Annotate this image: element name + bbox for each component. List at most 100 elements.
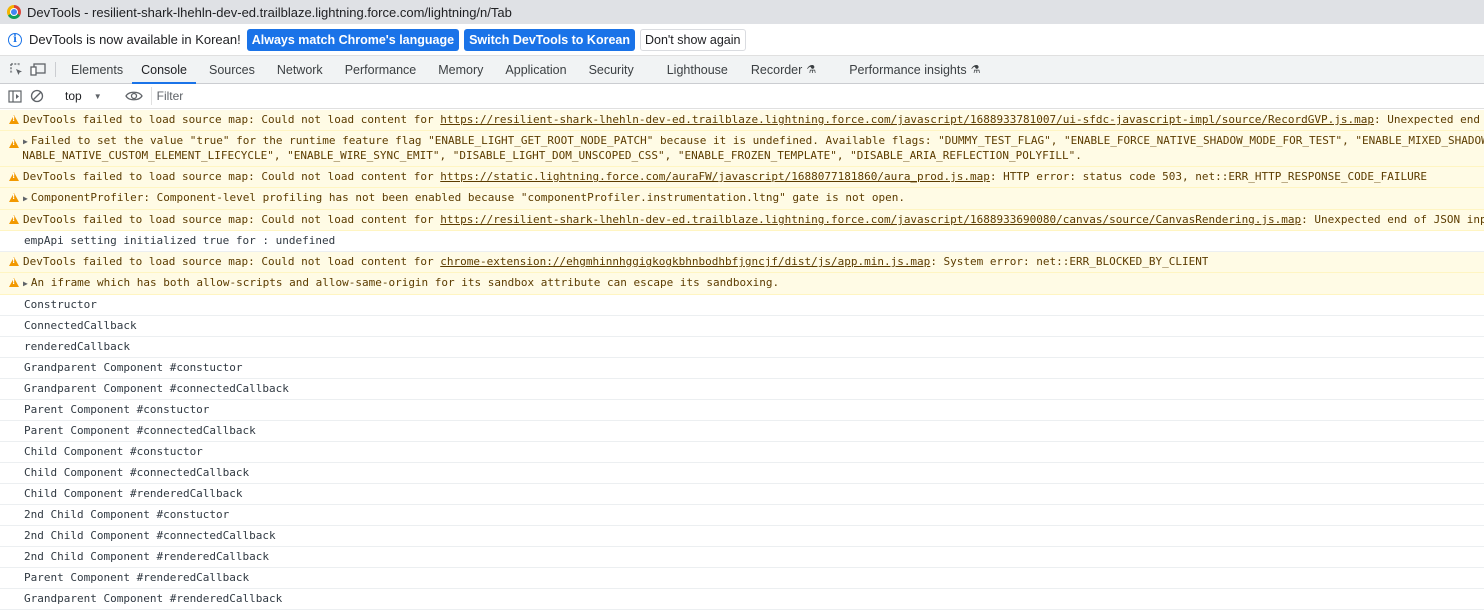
warning-icon	[9, 172, 19, 181]
console-warning: DevTools failed to load source map: Coul…	[0, 252, 1484, 273]
source-map-link[interactable]: https://resilient-shark-lhehln-dev-ed.tr…	[440, 213, 1301, 226]
warning-icon	[9, 193, 19, 202]
message-text: 2nd Child Component #constuctor	[24, 508, 230, 521]
console-log: Child Component #constuctor	[0, 442, 1484, 463]
warning-icon	[9, 257, 19, 266]
message-text: : Unexpected end of JSON input	[1374, 113, 1484, 126]
console-warning: ▶ComponentProfiler: Component-level prof…	[0, 188, 1484, 210]
console-warning: ▶Failed to set the value "true" for the …	[0, 131, 1484, 167]
message-text: renderedCallback	[24, 340, 130, 353]
message-text: DevTools failed to load source map: Coul…	[23, 113, 441, 126]
message-text: Child Component #constuctor	[24, 445, 203, 458]
message-text: DevTools failed to load source map: Coul…	[23, 170, 441, 183]
message-text: Constructor	[24, 298, 97, 311]
console-text: DevTools failed to load source map: Coul…	[23, 213, 1484, 227]
message-text: ConnectedCallback	[24, 319, 137, 332]
warning-icon	[9, 115, 19, 124]
live-expression-eye-icon[interactable]	[123, 90, 145, 102]
console-log: Parent Component #renderedCallback	[0, 568, 1484, 589]
source-map-link[interactable]: https://resilient-shark-lhehln-dev-ed.tr…	[440, 113, 1374, 126]
message-text: DevTools failed to load source map: Coul…	[23, 255, 441, 268]
warning-icon	[9, 278, 19, 287]
console-log: 2nd Child Component #constuctor	[0, 505, 1484, 526]
console-text: ▶ ComponentProfiler: Component-level prof…	[23, 191, 905, 206]
chrome-logo-icon	[7, 5, 21, 19]
switch-language-button[interactable]: Switch DevTools to Korean	[464, 28, 635, 51]
console-log: renderedCallback	[0, 337, 1484, 358]
source-map-link[interactable]: chrome-extension://ehgmhinnhggigkogkbhnb…	[440, 255, 930, 268]
filter-input[interactable]: Filter	[150, 87, 1484, 105]
console-log: Parent Component #connectedCallback	[0, 421, 1484, 442]
message-text: Parent Component #renderedCallback	[24, 571, 250, 584]
tab-performance[interactable]: Performance	[332, 56, 426, 83]
console-text: ▶ An iframe which has both allow-scripts …	[23, 276, 779, 291]
expand-triangle-icon[interactable]: ▶	[23, 137, 28, 146]
message-text: Grandparent Component #connectedCallback	[24, 382, 289, 395]
tab-lighthouse[interactable]: Lighthouse	[643, 56, 737, 83]
sidebar-toggle-icon[interactable]	[4, 89, 26, 103]
message-text: 2nd Child Component #renderedCallback	[24, 550, 270, 563]
console-log: 2nd Child Component #connectedCallback	[0, 526, 1484, 547]
message-text: Grandparent Component #constuctor	[24, 361, 243, 374]
console-text: ▶ Failed to set the value "true" for the …	[23, 134, 1484, 163]
console-text: DevTools failed to load source map: Coul…	[23, 113, 1484, 127]
console-log: Grandparent Component #renderedCallback	[0, 589, 1484, 610]
message-text: "ENABLE_NATIVE_CUSTOM_ELEMENT_LIFECYCLE"…	[23, 149, 1082, 162]
message-text: empApi setting initialized true for : un…	[24, 234, 336, 247]
tab-network[interactable]: Network	[264, 56, 332, 83]
devtools-tabbar: Elements Console Sources Network Perform…	[0, 56, 1484, 84]
experimental-flask-icon: ⚗	[806, 64, 817, 76]
expand-triangle-icon[interactable]: ▶	[23, 279, 28, 288]
console-log: Child Component #renderedCallback	[0, 484, 1484, 505]
context-selector[interactable]: top ▼	[65, 89, 102, 103]
window-title: DevTools - resilient-shark-lhehln-dev-ed…	[27, 4, 512, 20]
console-log: Grandparent Component #connectedCallback	[0, 379, 1484, 400]
tab-performance-insights[interactable]: Performance insights ⚗	[825, 56, 989, 83]
message-text: Failed to set the value "true" for the r…	[30, 134, 1484, 147]
tab-console[interactable]: Console	[132, 56, 196, 84]
message-text: Parent Component #connectedCallback	[24, 424, 256, 437]
info-icon: i	[8, 32, 22, 47]
console-warning: DevTools failed to load source map: Coul…	[0, 110, 1484, 131]
message-text: Parent Component #constuctor	[24, 403, 210, 416]
experimental-flask-icon: ⚗	[970, 64, 981, 76]
message-text: : Unexpected end of JSON input	[1301, 213, 1484, 226]
console-log: empApi setting initialized true for : un…	[0, 231, 1484, 252]
tab-sources[interactable]: Sources	[196, 56, 264, 83]
console-text: DevTools failed to load source map: Coul…	[23, 170, 1427, 184]
message-text: Grandparent Component #renderedCallback	[24, 592, 283, 605]
warning-icon	[9, 215, 19, 224]
tab-elements[interactable]: Elements	[62, 56, 132, 83]
clear-console-icon[interactable]	[26, 89, 48, 103]
console-log: Constructor	[0, 295, 1484, 316]
divider	[55, 62, 56, 77]
message-text: 2nd Child Component #connectedCallback	[24, 529, 276, 542]
console-log: 2nd Child Component #renderedCallback	[0, 547, 1484, 568]
message-text: Child Component #renderedCallback	[24, 487, 243, 500]
infobar-message: DevTools is now available in Korean!	[29, 32, 241, 47]
match-language-button[interactable]: Always match Chrome's language	[246, 28, 460, 51]
console-warning: DevTools failed to load source map: Coul…	[0, 210, 1484, 231]
tab-security[interactable]: Security	[576, 56, 643, 83]
device-toolbar-icon[interactable]	[27, 56, 49, 83]
message-text: DevTools failed to load source map: Coul…	[23, 213, 441, 226]
tab-recorder[interactable]: Recorder ⚗	[737, 56, 825, 83]
context-label: top	[65, 89, 82, 103]
message-text: ComponentProfiler: Component-level profi…	[30, 191, 906, 204]
console-log: ConnectedCallback	[0, 316, 1484, 337]
console-toolbar: top ▼ Filter	[0, 84, 1484, 109]
chevron-down-icon: ▼	[93, 91, 102, 101]
source-map-link[interactable]: https://static.lightning.force.com/auraF…	[440, 170, 990, 183]
console-log: Grandparent Component #constuctor	[0, 358, 1484, 379]
console-text: DevTools failed to load source map: Coul…	[23, 255, 1208, 269]
inspect-element-icon[interactable]	[5, 56, 27, 83]
dont-show-again-button[interactable]: Don't show again	[639, 28, 746, 51]
console-log: Child Component #connectedCallback	[0, 463, 1484, 484]
expand-triangle-icon[interactable]: ▶	[23, 194, 28, 203]
tab-application[interactable]: Application	[492, 56, 575, 83]
message-text: : System error: net::ERR_BLOCKED_BY_CLIE…	[930, 255, 1209, 268]
message-text: An iframe which has both allow-scripts a…	[30, 276, 780, 289]
window-titlebar: DevTools - resilient-shark-lhehln-dev-ed…	[0, 0, 1484, 24]
tab-memory[interactable]: Memory	[425, 56, 492, 83]
console-messages: DevTools failed to load source map: Coul…	[0, 110, 1484, 616]
